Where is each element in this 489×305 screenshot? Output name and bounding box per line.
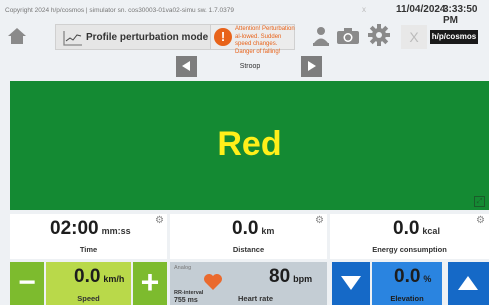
gear-icon (368, 24, 390, 46)
settings-button[interactable] (368, 24, 390, 51)
brand-logo: h/p/cosmos (430, 30, 478, 44)
arrow-down-icon (341, 276, 361, 290)
arrow-up-icon (458, 276, 478, 290)
heart-rate-display: Analog 80 bpm Heart rate RR-interval 755 … (170, 262, 327, 305)
energy-gear-icon[interactable]: ⚙ (476, 215, 485, 226)
user-button[interactable] (312, 26, 330, 51)
speed-increase-button[interactable]: + (133, 262, 167, 305)
close-button[interactable]: X (401, 25, 427, 49)
next-test-button[interactable] (301, 56, 322, 77)
speed-value: 0.0 (74, 266, 101, 287)
chart-icon (63, 31, 82, 46)
expand-icon[interactable]: ⤢ (474, 196, 485, 207)
time-value-row: 02:00 mm:ss (50, 218, 131, 240)
user-icon (313, 27, 329, 46)
energy-unit: kcal (422, 226, 440, 236)
heart-icon (204, 274, 222, 290)
distance-label: Distance (232, 245, 265, 254)
profile-mode-button[interactable]: Profile perturbation mode (55, 24, 211, 50)
minus-icon: − (18, 266, 36, 299)
analog-label: Analog (174, 265, 192, 271)
distance-value: 0.0 (232, 218, 259, 239)
plus-icon: + (140, 264, 160, 300)
test-name: Stroop (239, 63, 261, 70)
small-close-icon[interactable]: x (362, 5, 366, 14)
speed-label: Speed (77, 294, 100, 303)
time-value: 02:00 (50, 218, 99, 239)
home-button[interactable] (7, 26, 27, 46)
time-tile: 02:00 mm:ss Time ⚙ (10, 214, 167, 259)
heart-value: 80 (269, 266, 291, 287)
distance-unit: km (261, 226, 275, 236)
elevation-display: 0.0% Elevation (372, 262, 442, 305)
time-display: 3:33:50 PM (443, 4, 478, 26)
camera-icon (337, 28, 359, 44)
speed-unit: km/h (103, 274, 125, 284)
elevation-unit: % (423, 274, 432, 284)
distance-value-row: 0.0 km (232, 218, 274, 240)
elevation-decrease-button[interactable] (332, 262, 370, 305)
heart-label: Heart rate (238, 294, 274, 303)
heart-value-row: 80 bpm (269, 266, 312, 288)
camera-button[interactable] (336, 27, 360, 50)
energy-tile: 0.0 kcal Energy consumption ⚙ (330, 214, 489, 259)
speed-display: 0.0 km/h Speed (46, 262, 131, 305)
previous-test-button[interactable] (176, 56, 197, 77)
elevation-increase-button[interactable] (448, 262, 489, 305)
speed-decrease-button[interactable]: − (10, 262, 44, 305)
home-icon (8, 28, 26, 44)
distance-gear-icon[interactable]: ⚙ (315, 215, 324, 226)
time-unit: mm:ss (101, 226, 131, 236)
profile-mode-label: Profile perturbation mode (86, 32, 209, 43)
warning-banner: ! Attention! Perturbation al-lowed. Sudd… (211, 24, 295, 55)
energy-value: 0.0 (393, 218, 420, 239)
speed-value-row: 0.0 km/h (74, 266, 124, 288)
stroop-word: Red (217, 125, 282, 163)
stroop-panel: Red ⤢ (10, 81, 489, 210)
elevation-label: Elevation (390, 294, 424, 303)
heart-unit: bpm (293, 274, 313, 284)
rr-value: 755 ms (174, 297, 198, 304)
rr-label: RR-interval (174, 290, 204, 296)
time-gear-icon[interactable]: ⚙ (155, 215, 164, 226)
energy-value-row: 0.0 kcal (393, 218, 440, 240)
elevation-value-row: 0.0% (394, 266, 431, 288)
date-display: 11/04/2024 (396, 4, 446, 15)
time-label: Time (79, 245, 98, 254)
elevation-value: 0.0 (394, 266, 421, 287)
distance-tile: 0.0 km Distance ⚙ (170, 214, 327, 259)
energy-label: Energy consumption (372, 245, 447, 254)
warning-text: Attention! Perturbation al-lowed. Sudden… (235, 26, 295, 55)
warning-icon: ! (214, 28, 232, 46)
